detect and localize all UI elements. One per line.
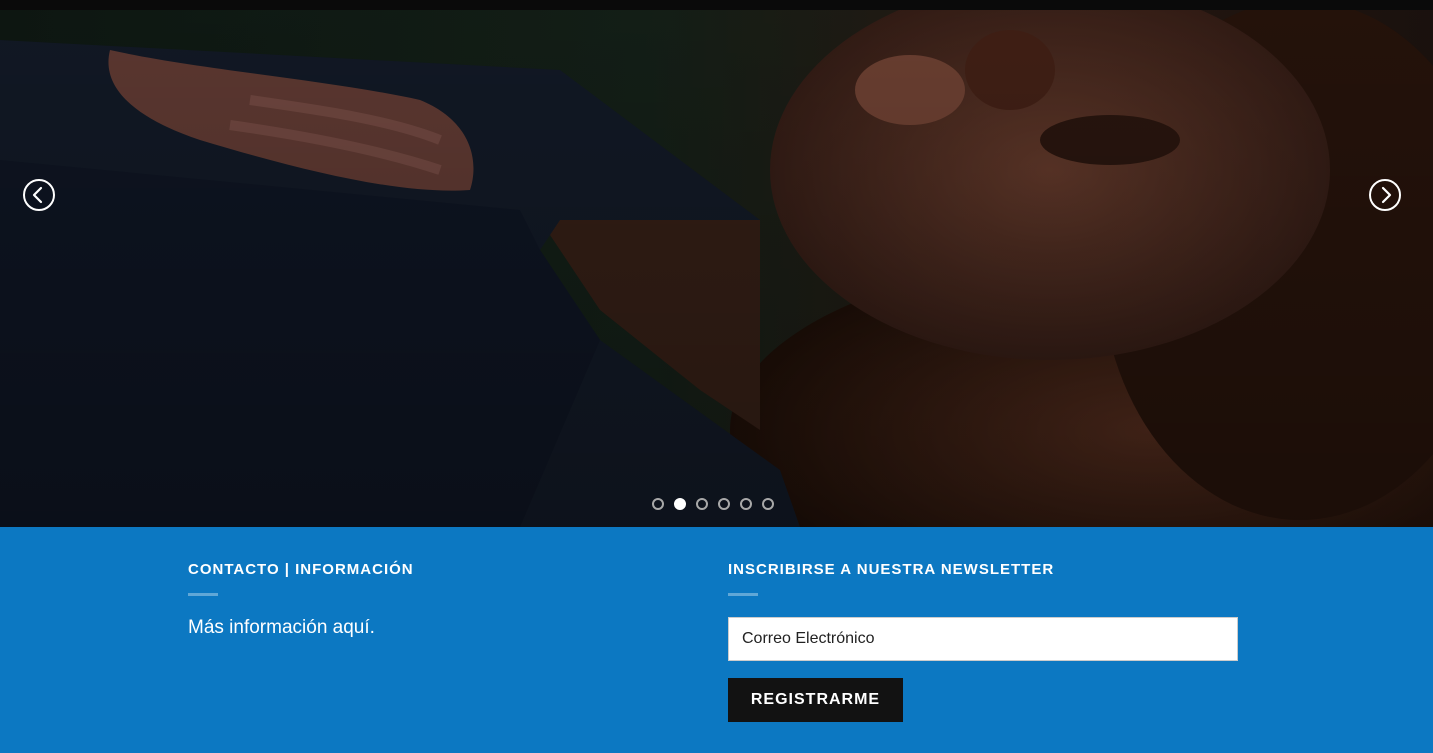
slide-pagination: [652, 498, 774, 510]
hero-photo: [0, 10, 1433, 527]
hero-slider: [0, 10, 1433, 527]
footer: CONTACTO | INFORMACIÓN Más información a…: [0, 527, 1433, 753]
top-bar: [0, 0, 1433, 10]
newsletter-title-divider: [728, 593, 758, 596]
chevron-left-icon: [32, 186, 43, 204]
contact-title: CONTACTO | INFORMACIÓN: [188, 561, 414, 578]
slide-dot-3[interactable]: [696, 498, 708, 510]
contact-title-divider: [188, 593, 218, 596]
newsletter-submit-button[interactable]: REGISTRARME: [728, 678, 903, 722]
prev-slide-button[interactable]: [23, 179, 55, 211]
slide-dot-1[interactable]: [652, 498, 664, 510]
chevron-right-icon: [1381, 186, 1392, 204]
slide-dot-2[interactable]: [674, 498, 686, 510]
newsletter-email-input[interactable]: [728, 617, 1238, 661]
slide-dot-5[interactable]: [740, 498, 752, 510]
next-slide-button[interactable]: [1369, 179, 1401, 211]
slide-dot-4[interactable]: [718, 498, 730, 510]
contact-more-info-text: Más información aquí.: [188, 617, 375, 638]
slide-dot-6[interactable]: [762, 498, 774, 510]
newsletter-title: INSCRIBIRSE A NUESTRA NEWSLETTER: [728, 561, 1055, 578]
